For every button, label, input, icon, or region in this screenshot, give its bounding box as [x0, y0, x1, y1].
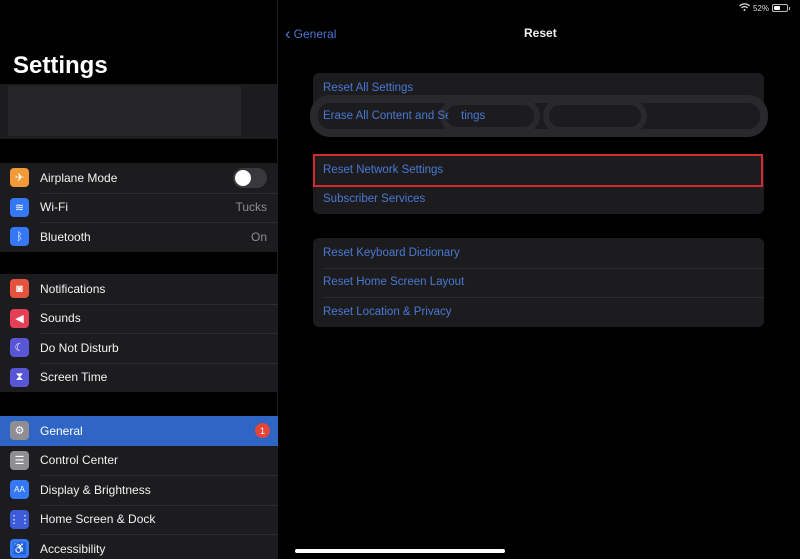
accessibility-icon: ♿: [10, 539, 29, 559]
reset-option-reset-location-privacy[interactable]: Reset Location & Privacy: [313, 297, 764, 327]
sidebar-item-label: Home Screen & Dock: [40, 512, 156, 527]
toggle-knob: [235, 169, 251, 186]
display-icon: AA: [10, 480, 29, 500]
reset-option-reset-keyboard-dictionary[interactable]: Reset Keyboard Dictionary: [313, 238, 764, 268]
chevron-left-icon: ‹: [285, 24, 291, 43]
sidebar-item-display-brightness[interactable]: AA Display & Brightness: [0, 475, 278, 505]
battery-icon: [772, 4, 790, 12]
sidebar-item-label: Sounds: [40, 311, 81, 326]
control-center-icon: ☰: [10, 450, 29, 470]
sidebar-item-do-not-disturb[interactable]: ☾ Do Not Disturb: [0, 333, 278, 363]
sidebar-item-label: Display & Brightness: [40, 482, 151, 497]
sidebar-item-label: Airplane Mode: [40, 170, 118, 185]
hourglass-icon: ⧗: [10, 367, 29, 387]
sidebar-item-value: On: [250, 229, 267, 244]
battery-percent: 52%: [752, 3, 769, 13]
settings-group: ◙ Notifications ◀ Sounds ☾ Do Not Disturb ⧗ Scr…: [0, 274, 278, 392]
sounds-icon: ◀: [10, 308, 29, 328]
sidebar-item-notifications[interactable]: ◙ Notifications: [0, 274, 278, 304]
sidebar-item-home-screen-dock[interactable]: ⋮⋮ Home Screen & Dock: [0, 504, 278, 535]
airplane-icon: ✈: [10, 168, 29, 188]
home-indicator[interactable]: [295, 549, 505, 553]
redaction-overlay: [543, 99, 647, 133]
profile-card[interactable]: [0, 84, 278, 139]
sidebar: Settings ✈ Airplane Mode ≋ Wi-Fi Tucks ᛒ Bluet…: [0, 0, 278, 559]
reset-option-subscriber-services[interactable]: Subscriber Services: [313, 184, 764, 215]
redaction-blob: [448, 106, 526, 126]
status-right: 52%: [739, 3, 790, 13]
sidebar-item-control-center[interactable]: ☰ Control Center: [0, 446, 278, 476]
sidebar-title: Settings: [13, 52, 108, 79]
sidebar-item-label: Wi-Fi: [40, 200, 68, 215]
sidebar-item-label: Control Center: [40, 453, 119, 468]
gear-icon: ⚙: [10, 421, 29, 441]
reset-group: Reset Network Settings Subscriber Service…: [313, 155, 764, 214]
sidebar-item-label: Accessibility: [40, 541, 106, 556]
page-title: Reset: [524, 26, 557, 40]
reset-option-reset-network-settings[interactable]: Reset Network Settings: [313, 155, 764, 185]
sidebar-item-label: Bluetooth: [40, 229, 91, 244]
back-label: General: [293, 26, 337, 41]
sidebar-item-airplane-mode[interactable]: ✈ Airplane Mode: [0, 163, 278, 193]
sidebar-item-sounds[interactable]: ◀ Sounds: [0, 303, 278, 334]
notification-badge: 1: [255, 423, 270, 439]
moon-icon: ☾: [10, 338, 29, 358]
sidebar-item-label: Do Not Disturb: [40, 340, 119, 355]
bluetooth-icon: ᛒ: [10, 227, 29, 247]
home-screen-icon: ⋮⋮: [9, 509, 31, 529]
back-button[interactable]: ‹ General: [285, 25, 336, 42]
wifi-icon: [739, 3, 750, 13]
erase-all-label-tail: tings: [461, 110, 486, 122]
sidebar-item-value: Tucks: [235, 200, 267, 215]
sidebar-item-label: Notifications: [40, 281, 106, 296]
reset-group: Reset Keyboard Dictionary Reset Home Scre…: [313, 238, 764, 327]
sidebar-item-wi-fi[interactable]: ≋ Wi-Fi Tucks: [0, 192, 278, 223]
sidebar-item-label: General: [40, 423, 83, 438]
redacted-profile: [8, 86, 241, 136]
settings-group: ⚙ General 1 ☰ Control Center AA Display & Brig…: [0, 416, 278, 559]
sidebar-item-general[interactable]: ⚙ General 1: [0, 416, 278, 446]
sidebar-item-accessibility[interactable]: ♿ Accessibility: [0, 534, 278, 559]
sidebar-item-label: Screen Time: [40, 370, 108, 385]
sidebar-item-screen-time[interactable]: ⧗ Screen Time: [0, 362, 278, 393]
notifications-icon: ◙: [10, 279, 29, 299]
settings-group: ✈ Airplane Mode ≋ Wi-Fi Tucks ᛒ Bluetooth On: [0, 163, 278, 252]
reset-option-reset-home-screen-layout[interactable]: Reset Home Screen Layout: [313, 267, 764, 298]
wifi-icon: ≋: [10, 197, 29, 217]
airplane-mode-toggle[interactable]: [233, 167, 267, 188]
sidebar-item-bluetooth[interactable]: ᛒ Bluetooth On: [0, 222, 278, 252]
